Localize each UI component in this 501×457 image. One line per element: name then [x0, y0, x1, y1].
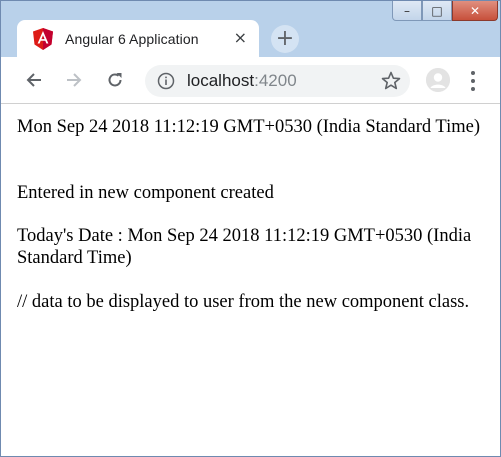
browser-window: – □ ✕ Angular 6 Application × + localhos…: [0, 0, 501, 457]
close-window-button[interactable]: ✕: [452, 1, 498, 21]
tab-strip: – □ ✕ Angular 6 Application × +: [1, 1, 500, 57]
url-port: :4200: [254, 71, 297, 90]
url-text: localhost:4200: [187, 71, 297, 91]
url-host: localhost: [187, 71, 255, 90]
back-arrow-icon[interactable]: [21, 67, 47, 93]
window-controls: – □ ✕: [392, 1, 498, 23]
tab-angular-application[interactable]: Angular 6 Application ×: [17, 20, 259, 57]
info-icon[interactable]: [157, 72, 175, 90]
forward-arrow-icon[interactable]: [61, 67, 87, 93]
component-comment-text: // data to be displayed to user from the…: [17, 292, 470, 312]
component-message-text: Entered in new component created: [17, 183, 274, 203]
tab-close-icon[interactable]: ×: [234, 29, 247, 47]
bookmark-star-icon[interactable]: [380, 70, 402, 92]
minimize-button[interactable]: –: [392, 1, 422, 21]
todays-date-text: Today's Date : Mon Sep 24 2018 11:12:19 …: [17, 226, 472, 268]
page-content: Mon Sep 24 2018 11:12:19 GMT+0530 (India…: [1, 104, 500, 456]
profile-avatar-icon[interactable]: [426, 68, 450, 92]
reload-icon[interactable]: [102, 67, 128, 93]
angular-logo-icon: [33, 27, 53, 50]
more-menu-icon[interactable]: [470, 71, 476, 91]
maximize-button[interactable]: □: [422, 1, 452, 21]
tab-title: Angular 6 Application: [65, 30, 199, 47]
browser-toolbar: localhost:4200: [1, 57, 500, 104]
current-date-text: Mon Sep 24 2018 11:12:19 GMT+0530 (India…: [17, 117, 480, 137]
address-bar[interactable]: localhost:4200: [145, 65, 410, 97]
new-tab-button[interactable]: +: [271, 25, 299, 53]
